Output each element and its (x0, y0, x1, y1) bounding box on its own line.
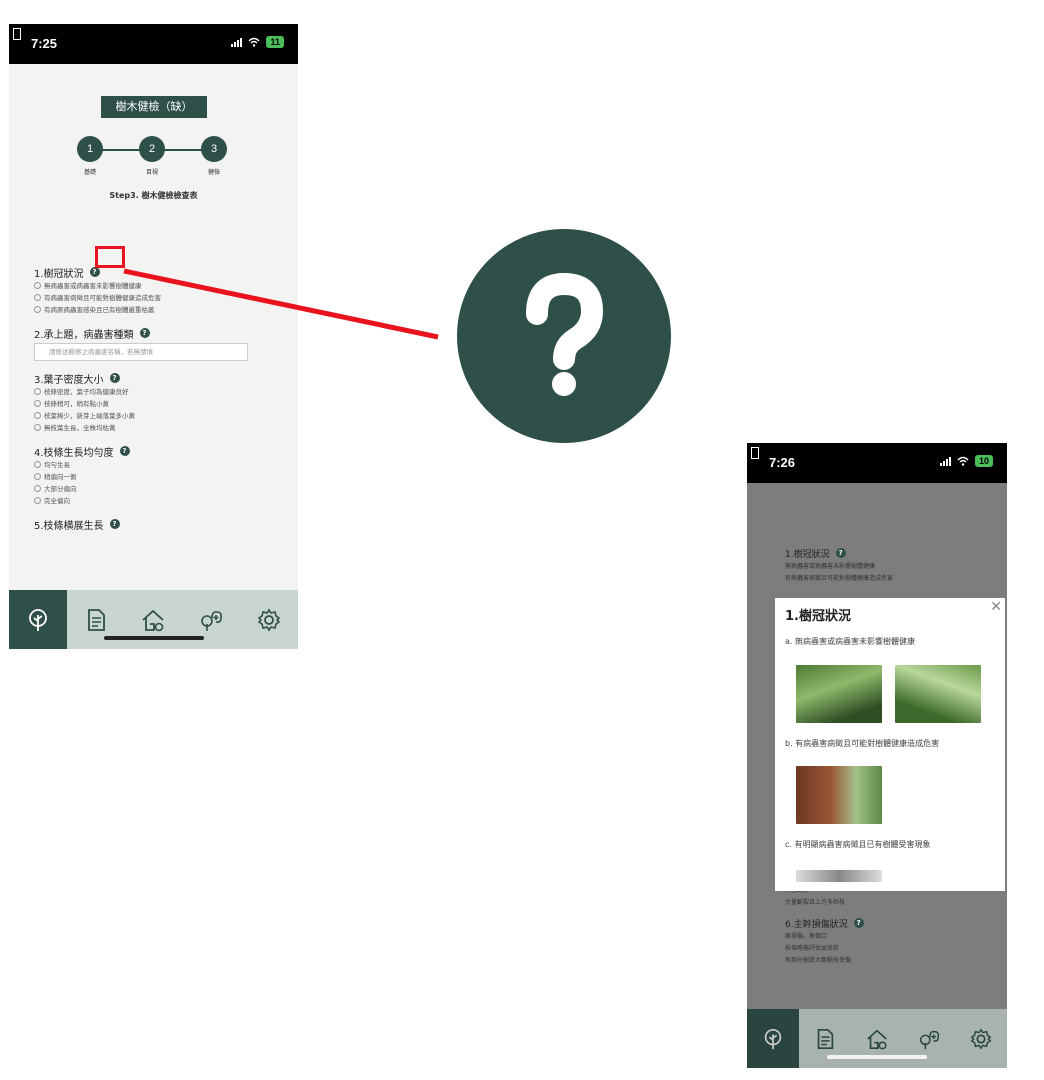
modal-title: 1.樹冠狀況 (785, 609, 851, 624)
wifi-icon (957, 456, 969, 466)
radio-option: 無病蟲害或病蟲害未影響樹體健康 (785, 563, 876, 570)
status-bar: 7:26 10 (747, 443, 1007, 483)
question-mark-icon (526, 272, 604, 396)
question-title: 1.樹冠狀況 (785, 549, 830, 560)
nav-tree-add[interactable] (903, 1009, 955, 1068)
nav-tree[interactable] (747, 1009, 799, 1068)
help-icon: ? (853, 918, 864, 928)
question-title: 6.主幹損傷狀況 (785, 919, 848, 930)
sim-icon (751, 447, 759, 459)
bottom-nav (747, 1009, 1007, 1068)
battery-icon: 10 (974, 455, 993, 467)
branch-photo (796, 870, 882, 882)
tree-photo (796, 665, 882, 723)
nav-settings[interactable] (955, 1009, 1007, 1068)
modal-item-a: a. 無病蟲害或病蟲害未影響樹體健康 (785, 637, 915, 646)
home-indicator (827, 1055, 927, 1059)
radio-option: 大量斷裂且上方多枯枝 (785, 899, 846, 906)
document-icon (817, 1028, 834, 1049)
radio-option: 有部分樹皮大面積有受傷 (785, 957, 852, 964)
tree-photo (895, 665, 981, 723)
help-icon: ? (835, 548, 846, 558)
tree-add-icon (919, 1030, 940, 1049)
house-icon (867, 1029, 887, 1049)
modal-item-b: b. 有病蟲害病徵且可能對樹體健康造成危害 (785, 739, 940, 748)
nav-home[interactable] (851, 1009, 903, 1068)
nav-document[interactable] (799, 1009, 851, 1068)
status-time: 7:26 (769, 455, 796, 470)
modal-item-c: c. 有明顯病蟲害病徵且已有樹體受害現象 (785, 840, 931, 849)
radio-option: 枝條略傷評估並修剪 (785, 945, 840, 952)
close-icon[interactable]: ✕ (990, 599, 1002, 615)
radio-option: 有病蟲害病徵且可能對樹體健康造成危害 (785, 575, 894, 582)
tree-icon (764, 1028, 782, 1049)
help-modal: 1.樹冠狀況 ✕ a. 無病蟲害或病蟲害未影響樹體健康 b. 有病蟲害病徵且可能… (775, 598, 1005, 891)
trunk-photo (796, 766, 882, 824)
radio-option: 無損傷，無傷口 (785, 933, 828, 940)
signal-icon (939, 456, 951, 466)
right-phone-screen: 7:26 10 1.樹冠狀況? 無病蟲害或病蟲害未影響樹體健康 有病蟲害病徵且可… (747, 443, 1007, 1068)
gear-icon (970, 1027, 992, 1050)
large-help-icon (457, 229, 671, 443)
